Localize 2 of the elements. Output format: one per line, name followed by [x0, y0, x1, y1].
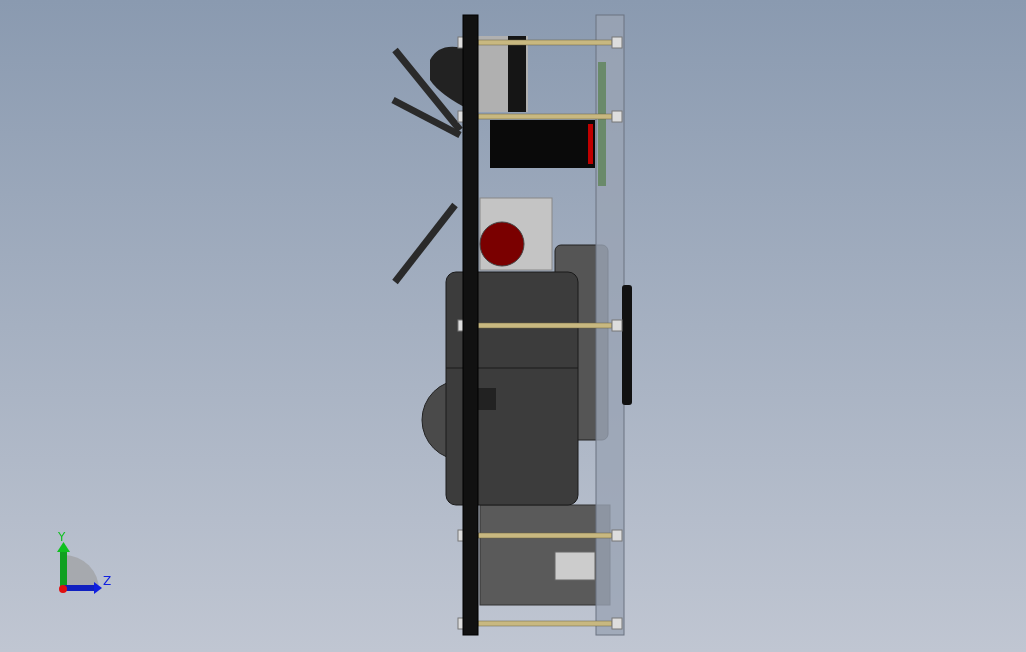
axis-label: Y [58, 531, 66, 543]
axis-label: Z [103, 575, 112, 587]
